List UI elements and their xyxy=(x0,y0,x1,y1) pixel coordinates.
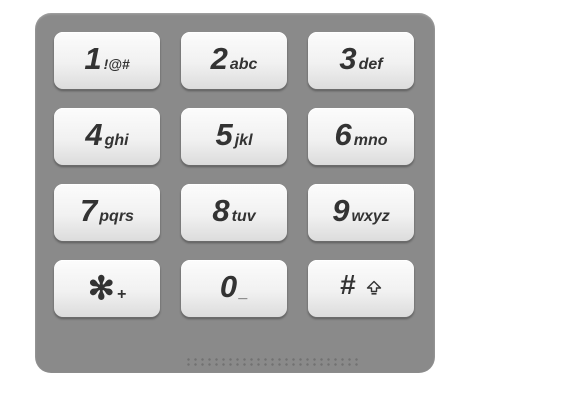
key-letters: pqrs xyxy=(99,208,134,225)
key-9[interactable]: 9 wxyz xyxy=(308,184,414,241)
key-digit: 7 xyxy=(80,193,97,228)
key-7[interactable]: 7 pqrs xyxy=(54,184,160,241)
key-4[interactable]: 4 ghi xyxy=(54,108,160,165)
key-digit: 9 xyxy=(332,193,349,228)
key-digit: 6 xyxy=(334,117,351,152)
key-digit: 5 xyxy=(215,117,232,152)
key-digit: 8 xyxy=(212,193,229,228)
key-digit: 3 xyxy=(339,41,356,76)
key-5[interactable]: 5 jkl xyxy=(181,108,287,165)
key-digit: # xyxy=(339,269,356,300)
key-letters: ghi xyxy=(104,132,129,149)
key-8[interactable]: 8 tuv xyxy=(181,184,287,241)
key-2[interactable]: 2 abc xyxy=(181,32,287,89)
key-letters: !@# xyxy=(103,56,130,72)
key-digit: ✻ xyxy=(87,270,115,306)
key-letters: mno xyxy=(353,132,388,149)
key-digit: 0 xyxy=(219,269,237,304)
key-digit: 1 xyxy=(84,41,101,76)
key-letters: tuv xyxy=(231,208,256,225)
key-letters: wxyz xyxy=(351,208,390,225)
key-3[interactable]: 3 def xyxy=(308,32,414,89)
key-6[interactable]: 6 mno xyxy=(308,108,414,165)
phone-keypad: 1 !@# 2 abc 3 def 4 ghi 5 jkl 6 mno 7 pq… xyxy=(35,13,435,373)
key-digit: 4 xyxy=(85,117,102,152)
key-letters: _ xyxy=(239,284,249,301)
shift-arrow-icon xyxy=(366,280,382,296)
key-letters: def xyxy=(358,56,383,73)
key-hash[interactable]: # xyxy=(308,260,414,317)
key-digit: 2 xyxy=(210,41,228,76)
key-letters: jkl xyxy=(234,132,253,149)
key-0[interactable]: 0 _ xyxy=(181,260,287,317)
key-letters: + xyxy=(116,286,127,303)
key-star[interactable]: ✻ + xyxy=(54,260,160,317)
key-letters: abc xyxy=(229,56,258,73)
speaker-grille xyxy=(185,357,360,367)
key-1[interactable]: 1 !@# xyxy=(54,32,160,89)
